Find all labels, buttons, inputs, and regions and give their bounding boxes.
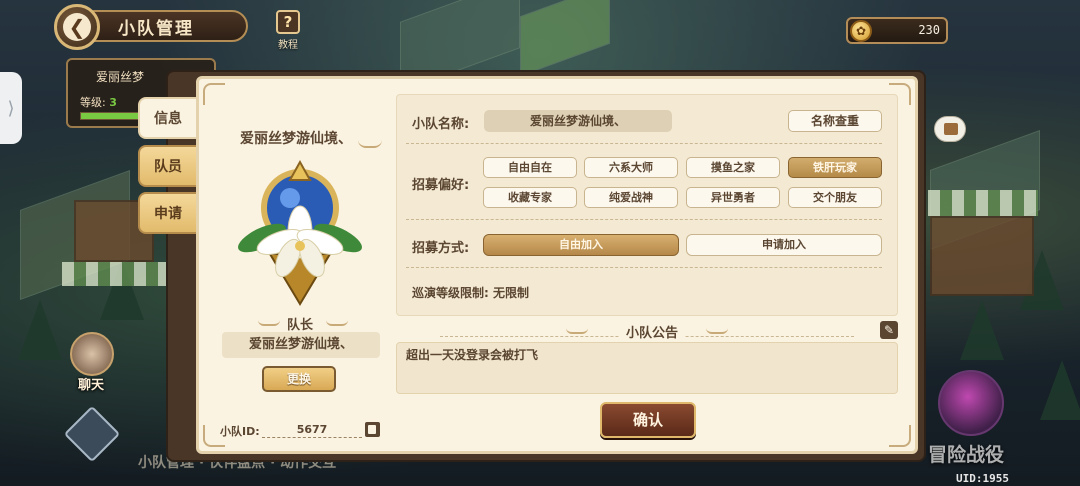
arrow-left-icon: ❮	[63, 13, 91, 41]
team-id-value: 5677	[262, 423, 362, 438]
tree	[1040, 360, 1080, 420]
level-label: 等级:	[80, 96, 106, 109]
recruit-mode-label: 招募方式:	[412, 241, 470, 256]
background-card-level: 等级: 3	[80, 94, 117, 110]
divider	[406, 267, 882, 268]
tree	[960, 300, 1004, 360]
captain-label: 队长	[287, 318, 314, 333]
back-button[interactable]: ❮	[54, 4, 100, 50]
confirm-button[interactable]: 确认	[600, 402, 696, 438]
pref-option-selected[interactable]: 铁肝玩家	[788, 157, 882, 178]
coin-icon: ✿	[850, 20, 872, 42]
edit-icon[interactable]: ✎	[880, 321, 898, 339]
corner-ornament	[203, 83, 225, 105]
tutorial-label: 教程	[278, 40, 298, 51]
stall-roof	[928, 190, 1038, 216]
chat-label: 聊天	[78, 378, 105, 393]
team-name-field[interactable]: 爱丽丝梦游仙境、	[484, 110, 672, 132]
adventure-label: 冒险战役	[928, 444, 1005, 466]
tab-applications[interactable]: 申请	[138, 192, 196, 234]
chevron-right-icon: ⟩	[7, 97, 15, 119]
divider	[406, 219, 882, 220]
pref-option[interactable]: 摸鱼之家	[686, 157, 780, 178]
team-title: 爱丽丝梦游仙境、	[240, 131, 352, 147]
uid-text: UID:1955	[956, 472, 1009, 485]
map-tile	[520, 0, 610, 77]
notice-flourish-right	[706, 328, 728, 334]
currency-display[interactable]: ✿ 230	[846, 17, 948, 44]
chat-avatar-button[interactable]	[70, 332, 114, 376]
orb-highlight	[280, 188, 300, 208]
team-name-label: 小队名称:	[412, 117, 470, 132]
pref-option[interactable]: 异世勇者	[686, 187, 780, 208]
level-limit-text: 巡演等级限制: 无限制	[412, 286, 529, 300]
mode-free-join[interactable]: 自由加入	[483, 234, 679, 256]
background-card-name: 爱丽丝梦	[96, 70, 145, 84]
captain-name: 爱丽丝梦游仙境、	[222, 332, 380, 358]
tab-info[interactable]: 信息	[138, 97, 196, 139]
copy-icon[interactable]	[365, 422, 380, 437]
shop-bubble-icon[interactable]	[934, 116, 966, 142]
pref-option[interactable]: 六系大师	[584, 157, 678, 178]
help-icon: ?	[276, 10, 300, 34]
pref-option[interactable]: 纯爱战神	[584, 187, 678, 208]
level-value: 3	[109, 96, 117, 109]
recruit-preference-label: 招募偏好:	[412, 178, 470, 193]
stall-roof	[62, 262, 182, 286]
captain-flourish-right	[326, 320, 348, 326]
notice-text: 超出一天没登录会被打飞	[406, 348, 539, 362]
name-check-button[interactable]: 名称查重	[788, 110, 882, 132]
page-title-plate: 小队管理	[90, 10, 248, 42]
lily-center	[295, 241, 305, 251]
currency-value: 230	[918, 23, 940, 37]
level-progress-fill	[81, 113, 140, 119]
divider	[406, 143, 882, 144]
pref-option[interactable]: 交个朋友	[788, 187, 882, 208]
corner-ornament	[889, 425, 911, 447]
market-stall	[930, 216, 1034, 296]
adventure-orb-icon[interactable]	[938, 370, 1004, 436]
pref-option[interactable]: 自由自在	[483, 157, 577, 178]
team-emblem	[238, 159, 362, 306]
page-title: 小队管理	[118, 18, 194, 39]
pref-option[interactable]: 收藏专家	[483, 187, 577, 208]
tutorial-button[interactable]: ? 教程	[274, 10, 302, 51]
notice-flourish-left	[566, 328, 588, 334]
copy-icon-sheet	[368, 425, 376, 434]
tab-members[interactable]: 队员	[138, 145, 196, 187]
mode-apply-join[interactable]: 申请加入	[686, 234, 882, 256]
chest-icon	[944, 123, 958, 135]
side-drawer-handle[interactable]: ⟩	[0, 72, 22, 144]
team-id-label: 小队ID:	[220, 425, 260, 438]
tree	[18, 300, 62, 360]
swap-captain-button[interactable]: 更换	[262, 366, 336, 392]
notice-title: 小队公告	[620, 322, 685, 341]
captain-flourish-left	[258, 320, 280, 326]
